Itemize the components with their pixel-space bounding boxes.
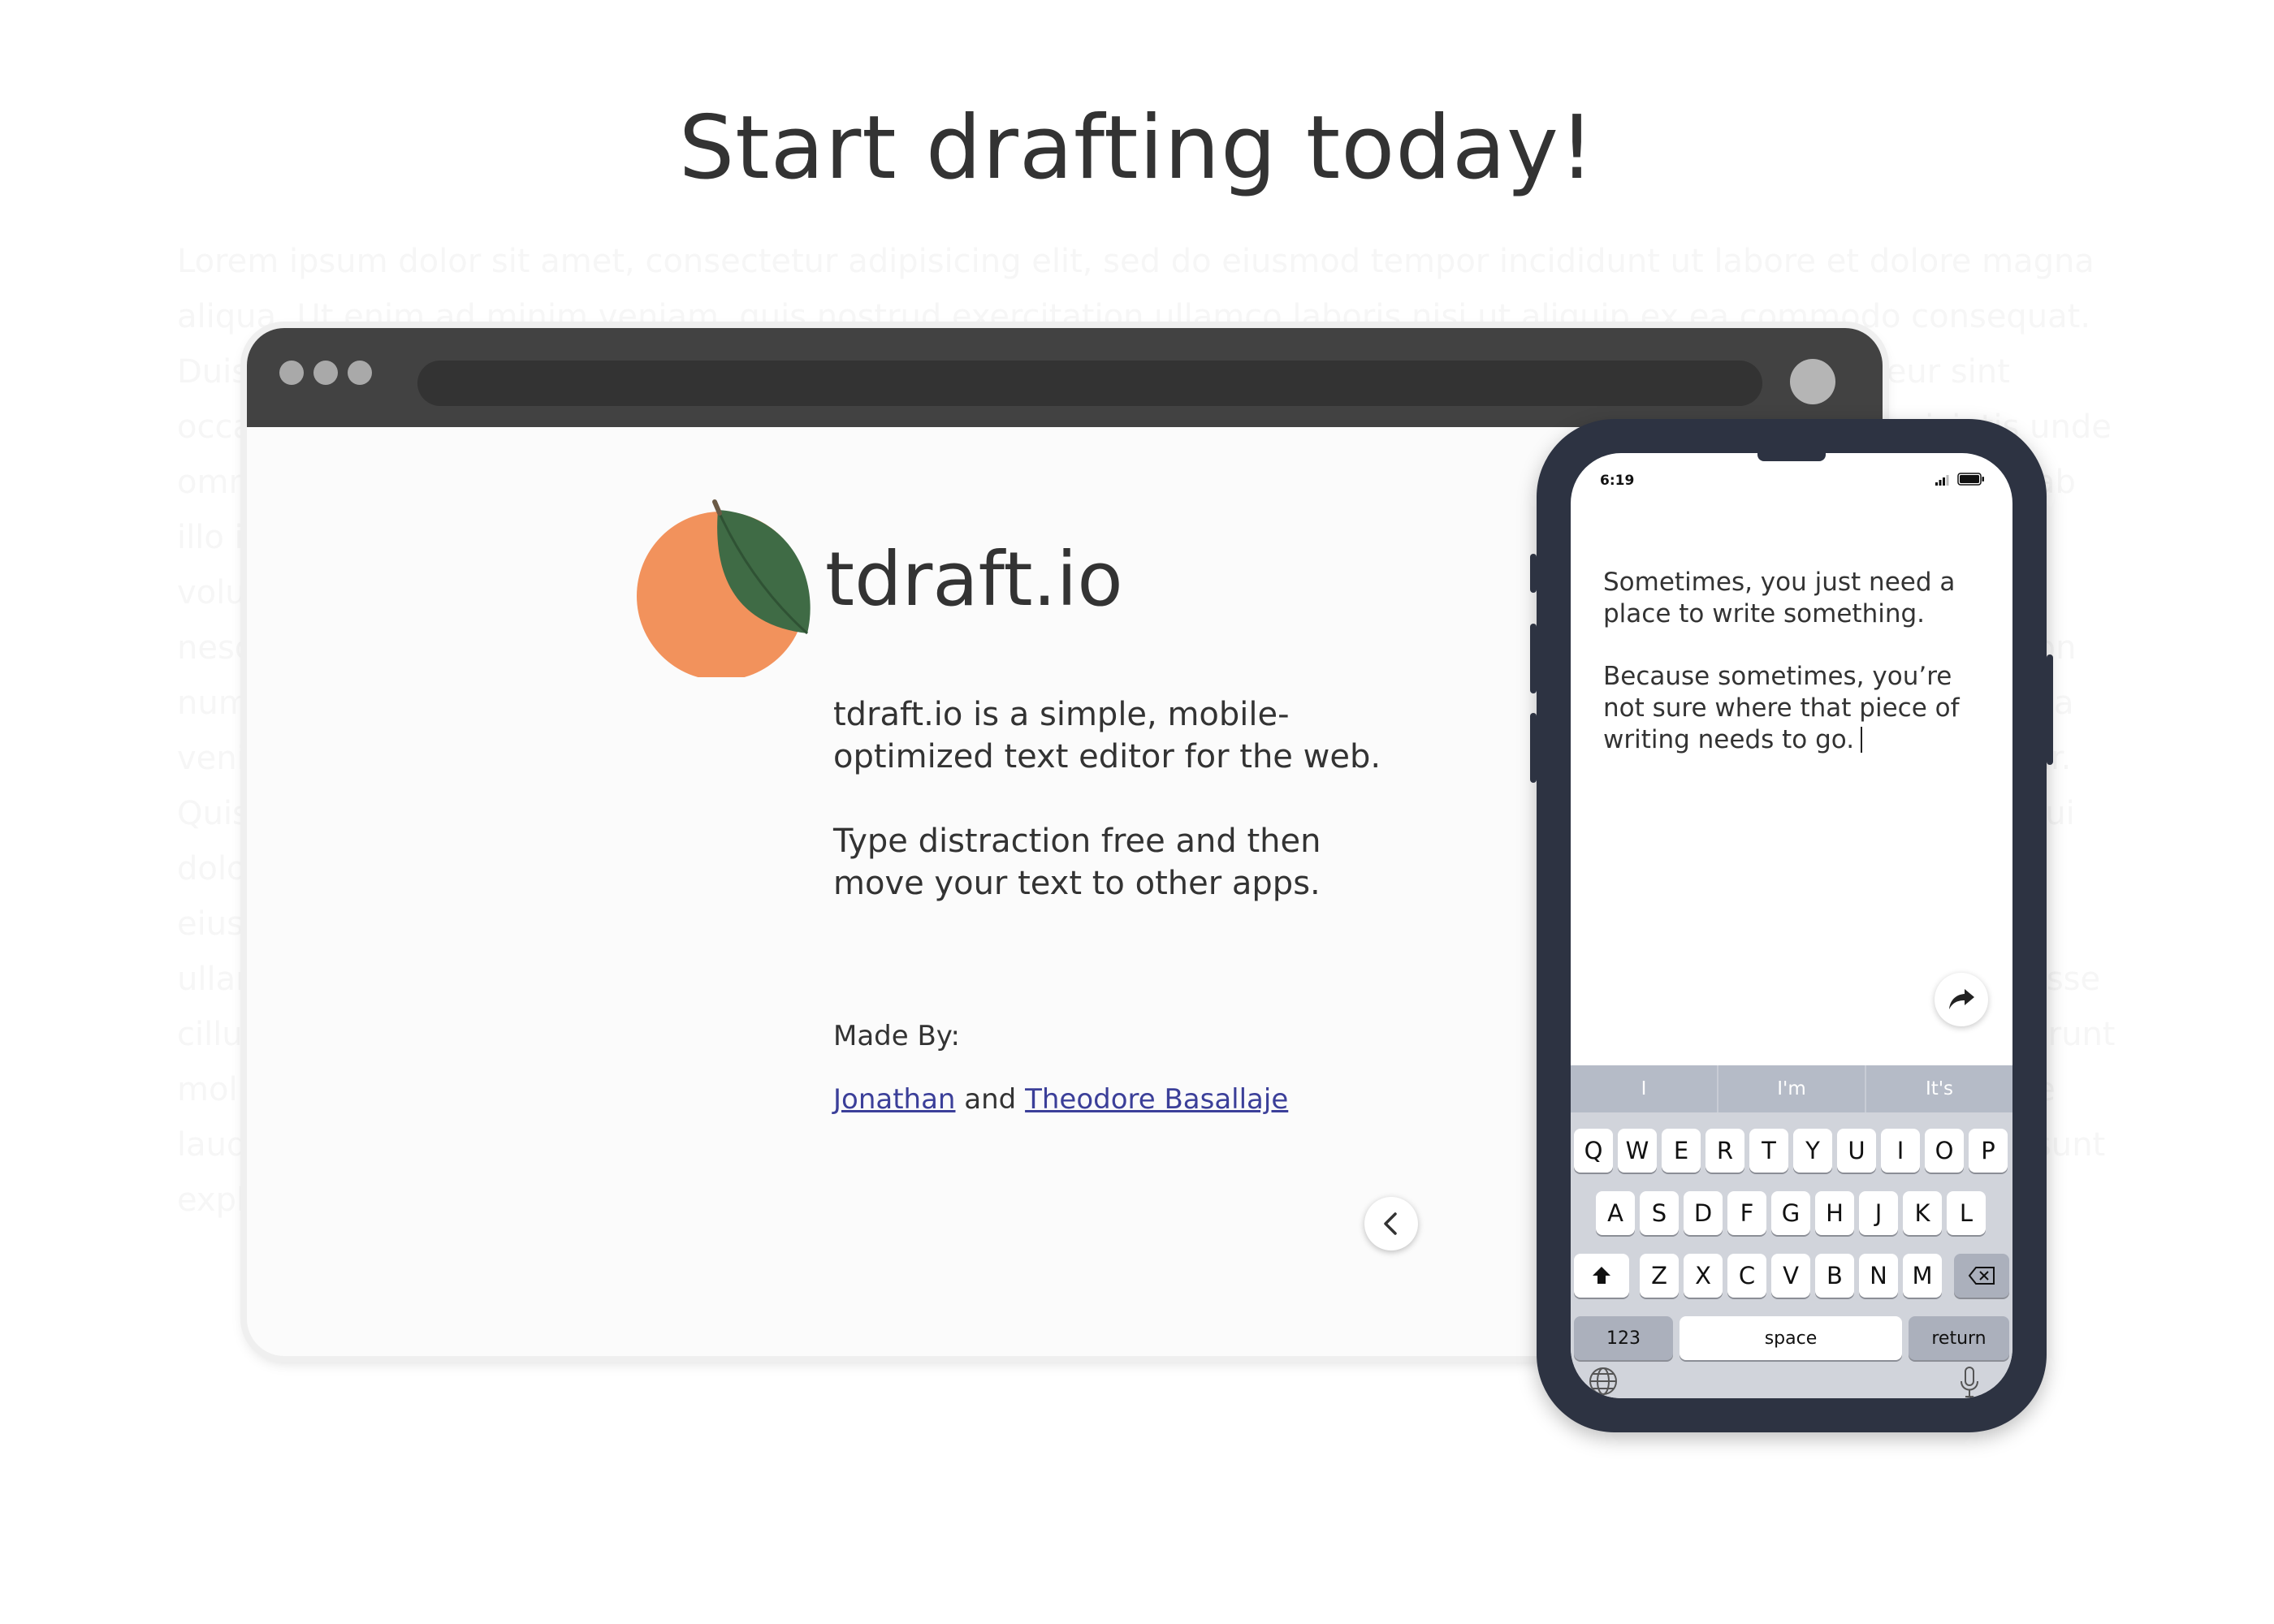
phone-mockup: 6:19 Sometimes, you just need a place to…: [1530, 419, 2053, 1432]
status-time: 6:19: [1600, 473, 1635, 489]
window-control-dot: [313, 361, 338, 385]
backspace-icon: [1968, 1267, 1995, 1285]
window-control-dot: [348, 361, 372, 385]
space-key[interactable]: space: [1680, 1316, 1902, 1360]
key-m[interactable]: M: [1903, 1254, 1942, 1298]
shift-key[interactable]: [1574, 1254, 1629, 1298]
browser-profile-icon[interactable]: [1790, 359, 1835, 404]
key-e[interactable]: E: [1662, 1129, 1701, 1173]
key-x[interactable]: X: [1684, 1254, 1723, 1298]
page: Lorem ipsum dolor sit amet, consectetur …: [0, 0, 2274, 1624]
phone-notch: [1757, 453, 1826, 461]
status-icons: [1935, 473, 1985, 486]
suggestion-item[interactable]: I: [1571, 1065, 1718, 1112]
key-k[interactable]: K: [1903, 1191, 1942, 1235]
key-v[interactable]: V: [1771, 1254, 1810, 1298]
battery-icon: [1957, 473, 1984, 486]
credits: Jonathan and Theodore Basallaje: [833, 1083, 1288, 1116]
key-r[interactable]: R: [1706, 1129, 1744, 1173]
key-h[interactable]: H: [1815, 1191, 1854, 1235]
key-j[interactable]: J: [1859, 1191, 1898, 1235]
key-y[interactable]: Y: [1793, 1129, 1832, 1173]
key-z[interactable]: Z: [1640, 1254, 1679, 1298]
editor-paragraph: Because sometimes, you’re not sure where…: [1603, 662, 1960, 754]
intro-paragraph: Type distraction free and then move your…: [833, 823, 1321, 902]
keyboard-footer: [1571, 1367, 2012, 1398]
author-link-jonathan[interactable]: Jonathan: [833, 1083, 955, 1116]
key-l[interactable]: L: [1947, 1191, 1986, 1235]
back-button[interactable]: [1364, 1197, 1418, 1250]
phone-screen: 6:19 Sometimes, you just need a place to…: [1571, 453, 2012, 1398]
key-g[interactable]: G: [1771, 1191, 1810, 1235]
globe-icon[interactable]: [1587, 1365, 1619, 1397]
shift-arrow-icon: [1593, 1267, 1610, 1284]
editor-textarea[interactable]: Sometimes, you just need a place to writ…: [1603, 567, 1985, 756]
intro-paragraph: tdraft.io is a simple, mobile-optimized …: [833, 696, 1381, 775]
chevron-left-icon: [1384, 1212, 1397, 1235]
return-key[interactable]: return: [1909, 1316, 2009, 1360]
suggestion-item[interactable]: It's: [1866, 1065, 2012, 1112]
keyboard-row-4: 123 space return: [1571, 1316, 2012, 1363]
on-screen-keyboard: I I'm It's Q W E R T Y U I O P A S D F G…: [1571, 1065, 2012, 1398]
address-bar[interactable]: [417, 361, 1762, 406]
intro-text: tdraft.io is a simple, mobile-optimized …: [833, 693, 1402, 947]
key-o[interactable]: O: [1925, 1129, 1964, 1173]
key-d[interactable]: D: [1684, 1191, 1723, 1235]
brand-name: tdraft.io: [825, 536, 1123, 623]
key-f[interactable]: F: [1727, 1191, 1766, 1235]
key-p[interactable]: P: [1969, 1129, 2008, 1173]
microphone-icon[interactable]: [1957, 1365, 1982, 1398]
numbers-key[interactable]: 123: [1574, 1316, 1673, 1360]
phone-side-button: [2047, 654, 2053, 765]
window-control-dot: [279, 361, 304, 385]
text-cursor: [1861, 727, 1863, 753]
key-a[interactable]: A: [1596, 1191, 1635, 1235]
keyboard-row-3: Z X C V B N M: [1571, 1254, 2012, 1301]
key-w[interactable]: W: [1618, 1129, 1657, 1173]
browser-toolbar: [247, 328, 1883, 427]
keyboard-suggestions: I I'm It's: [1571, 1065, 2012, 1112]
phone-side-button: [1530, 713, 1537, 783]
key-t[interactable]: T: [1749, 1129, 1788, 1173]
share-button[interactable]: [1935, 973, 1988, 1026]
editor-paragraph: Sometimes, you just need a place to writ…: [1603, 568, 1956, 628]
tdraft-logo-icon: [637, 499, 811, 677]
keyboard-row-2: A S D F G H J K L: [1571, 1191, 2012, 1238]
made-by-label: Made By:: [833, 1020, 960, 1052]
key-q[interactable]: Q: [1574, 1129, 1613, 1173]
key-c[interactable]: C: [1727, 1254, 1766, 1298]
page-title: Start drafting today!: [678, 97, 1596, 199]
key-n[interactable]: N: [1859, 1254, 1898, 1298]
key-b[interactable]: B: [1815, 1254, 1854, 1298]
key-i[interactable]: I: [1881, 1129, 1920, 1173]
suggestion-item[interactable]: I'm: [1718, 1065, 1866, 1112]
key-s[interactable]: S: [1640, 1191, 1679, 1235]
signal-icon: [1935, 475, 1949, 486]
author-link-theodore[interactable]: Theodore Basallaje: [1025, 1083, 1288, 1116]
delete-key[interactable]: [1954, 1254, 2009, 1298]
keyboard-row-1: Q W E R T Y U I O P: [1571, 1129, 2012, 1176]
key-u[interactable]: U: [1837, 1129, 1876, 1173]
phone-side-button: [1530, 554, 1537, 593]
share-arrow-icon: [1949, 989, 1974, 1009]
phone-side-button: [1530, 624, 1537, 693]
credits-conjunction: and: [964, 1083, 1017, 1116]
